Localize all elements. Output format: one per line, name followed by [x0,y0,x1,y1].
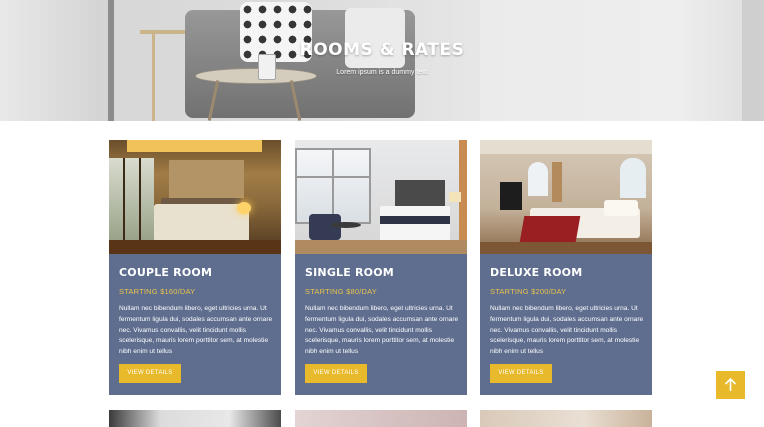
room-title: DELUXE ROOM [490,266,583,279]
hero-banner: ROOMS & RATES Lorem ipsum is a dummy tex… [0,0,764,121]
room-photo [295,140,467,254]
page-title: ROOMS & RATES [299,40,465,60]
room-description: Nullam nec bibendum libero, eget ultrici… [305,305,459,356]
room-card-single: SINGLE ROOM STARTING $80/DAY Nullam nec … [295,140,467,395]
room-description: Nullam nec bibendum libero, eget ultrici… [119,305,273,356]
page-subtitle: Lorem ipsum is a dummy text [336,69,428,76]
back-to-top-button[interactable] [716,371,745,399]
room-price: STARTING $160/DAY [119,287,196,296]
room-card-photo-partial [480,410,652,427]
room-price: STARTING $80/DAY [305,287,377,296]
arrow-up-icon [724,378,737,391]
room-description: Nullam nec bibendum libero, eget ultrici… [490,305,644,356]
room-title: SINGLE ROOM [305,266,394,279]
room-photo [109,140,281,254]
view-details-button[interactable]: VIEW DETAILS [490,364,552,383]
view-details-button[interactable]: VIEW DETAILS [305,364,367,383]
room-card-photo-partial [295,410,467,427]
room-photo [480,140,652,254]
room-price: STARTING $200/DAY [490,287,567,296]
room-card-deluxe: DELUXE ROOM STARTING $200/DAY Nullam nec… [480,140,652,395]
room-card-couple: COUPLE ROOM STARTING $160/DAY Nullam nec… [109,140,281,395]
room-card-photo-partial [109,410,281,427]
room-title: COUPLE ROOM [119,266,213,279]
view-details-button[interactable]: VIEW DETAILS [119,364,181,383]
